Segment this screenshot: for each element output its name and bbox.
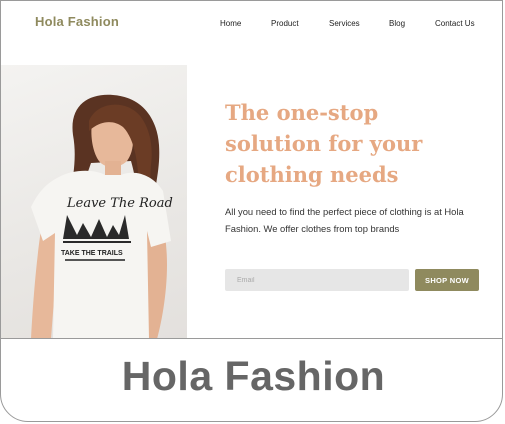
- shirt-graphic-top: Leave The Road: [66, 196, 173, 211]
- shop-now-button[interactable]: SHOP NOW: [415, 269, 479, 291]
- hero-headline: The one-stop solution for your clothing …: [225, 100, 423, 187]
- nav-contact-link[interactable]: Contact Us: [435, 19, 475, 28]
- site-logo[interactable]: Hola Fashion: [35, 14, 119, 29]
- page-card: Hola Fashion Home Product Services Blog …: [0, 0, 503, 422]
- caption-title: Hola Fashion: [121, 353, 386, 399]
- nav-services-link[interactable]: Services: [329, 19, 360, 28]
- top-navbar: Hola Fashion Home Product Services Blog …: [1, 1, 502, 45]
- email-input[interactable]: [225, 269, 409, 291]
- nav-home-link[interactable]: Home: [220, 19, 241, 28]
- nav-blog-link[interactable]: Blog: [389, 19, 405, 28]
- divider: [1, 338, 502, 339]
- shirt-graphic-bottom: TAKE THE TRAILS: [61, 250, 123, 257]
- nav-product-link[interactable]: Product: [271, 19, 299, 28]
- hero-model-image: Leave The Road TAKE THE TRAILS: [1, 65, 187, 339]
- hero-description: All you need to find the perfect piece o…: [225, 206, 464, 234]
- model-illustration: Leave The Road TAKE THE TRAILS: [31, 94, 173, 339]
